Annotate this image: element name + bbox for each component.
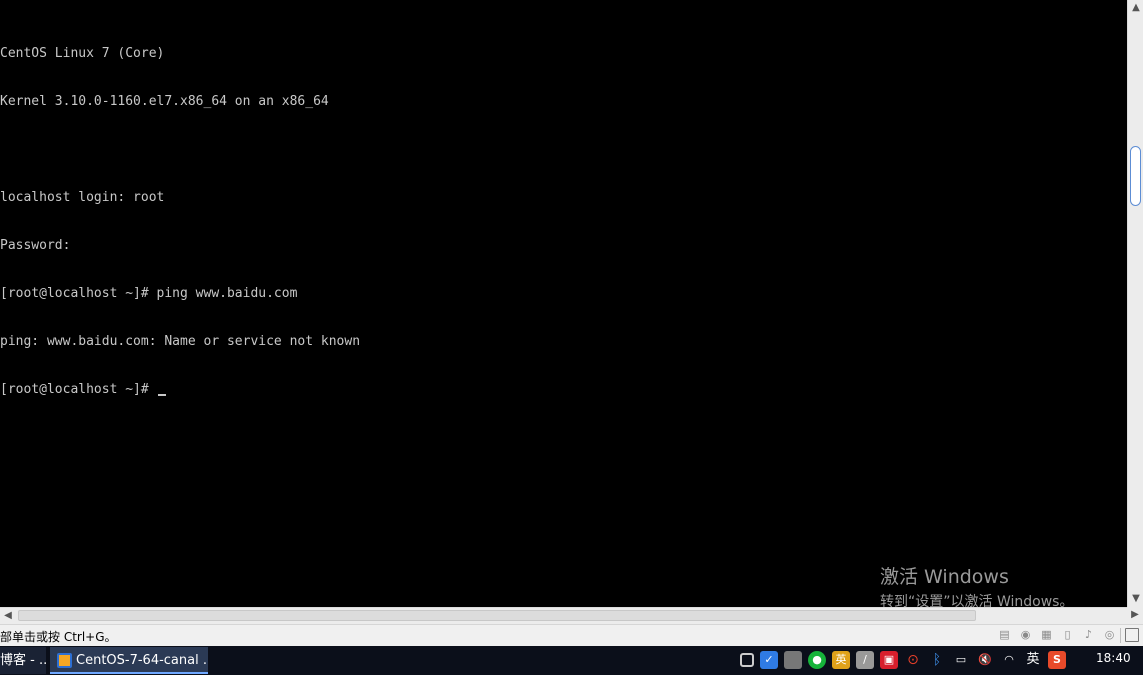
text-cursor [157,394,166,396]
console-line: [root@localhost ~]# ping www.baidu.com [0,286,298,301]
horizontal-scroll-thumb[interactable] [18,610,976,621]
scroll-right-arrow-icon[interactable]: ▶ [1127,607,1143,623]
windows-activation-watermark: 激活 Windows 转到“设置”以激活 Windows。 [880,564,1073,607]
console-prompt: [root@localhost ~]# [0,382,157,397]
network-adapter-icon[interactable]: ▦ [1039,628,1054,642]
taskbar-clock[interactable]: 18:40 [1096,651,1131,665]
cd-dvd-icon[interactable]: ◉ [1018,628,1033,642]
console-line: localhost login: root [0,190,165,205]
console-line: ping: www.baidu.com: Name or service not… [0,334,361,349]
windows-taskbar: 博客 - ... CentOS-7-64-canal ... ✓ ● 英 / ▣… [0,646,1143,675]
sogou-input-icon[interactable]: S [1048,651,1066,669]
printer-icon[interactable]: ▯ [1060,628,1075,642]
scrollbar-corner: ▶ [1127,607,1143,624]
weibo-icon[interactable]: ⊙ [904,651,922,669]
ime-language-indicator[interactable]: 英 [1024,651,1042,669]
console-line: Password: [0,238,71,253]
message-log-icon[interactable] [1125,628,1139,642]
scroll-down-arrow-icon[interactable]: ▼ [1128,591,1143,607]
vm-console[interactable]: CentOS Linux 7 (Core) Kernel 3.10.0-1160… [0,0,1127,607]
scroll-left-arrow-icon[interactable]: ◀ [0,608,16,624]
horizontal-scrollbar[interactable]: ◀ [0,607,1127,624]
youdao-dict-icon[interactable]: 英 [832,651,850,669]
speaker-muted-icon[interactable]: 🔇 [976,651,994,669]
watermark-title: 激活 Windows [880,566,1009,588]
note-app-icon[interactable]: / [856,651,874,669]
device-status-icons: ▤ ◉ ▦ ▯ ♪ ◎ [997,628,1117,642]
taskbar-item-blog[interactable]: 博客 - ... [0,647,46,674]
vm-tray-icon[interactable] [784,651,802,669]
bluetooth-icon[interactable]: ᛒ [928,651,946,669]
vmware-icon [57,653,72,668]
system-tray: ✓ ● 英 / ▣ ⊙ ᛒ ▭ 🔇 ◠ 英 S [740,651,1066,669]
app-red-icon[interactable]: ▣ [880,651,898,669]
feishu-icon[interactable]: ✓ [760,651,778,669]
vertical-scroll-thumb[interactable] [1130,146,1141,206]
wechat-icon[interactable]: ● [808,651,826,669]
scroll-up-arrow-icon[interactable]: ▲ [1128,0,1143,16]
battery-icon[interactable]: ▭ [952,651,970,669]
usb-device-icon[interactable]: ◎ [1102,628,1117,642]
status-divider [1120,628,1121,643]
wifi-icon[interactable]: ◠ [1000,651,1018,669]
taskbar-item-vmware[interactable]: CentOS-7-64-canal ... [50,647,208,674]
taskbar-item-label: CentOS-7-64-canal ... [76,653,208,668]
console-line: CentOS Linux 7 (Core) [0,46,165,61]
console-line: Kernel 3.10.0-1160.el7.x86_64 on an x86_… [0,94,329,109]
window-switch-icon[interactable] [740,653,754,667]
sound-card-icon[interactable]: ♪ [1081,628,1096,642]
console-output: CentOS Linux 7 (Core) Kernel 3.10.0-1160… [0,14,360,430]
status-hint-text: 部单击或按 Ctrl+G。 [0,630,117,644]
vm-status-bar: 部单击或按 Ctrl+G。 ▤ ◉ ▦ ▯ ♪ ◎ [0,624,1143,646]
taskbar-item-label: 博客 - ... [0,653,46,668]
hard-disk-icon[interactable]: ▤ [997,628,1012,642]
watermark-subtitle: 转到“设置”以激活 Windows。 [880,594,1074,607]
vertical-scrollbar[interactable]: ▲ ▼ [1127,0,1143,607]
console-prompt-line[interactable]: [root@localhost ~]# [0,382,360,398]
